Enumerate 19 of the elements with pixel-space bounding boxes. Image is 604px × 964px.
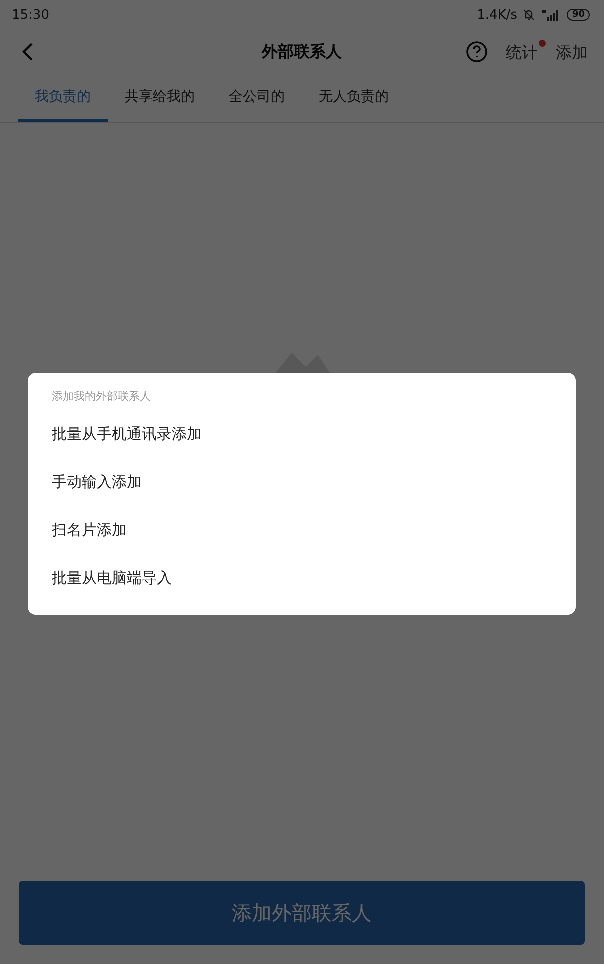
network-speed: 1.4K/s — [477, 8, 518, 22]
header-action[interactable]: 添加 — [556, 40, 596, 64]
dialog-title: 添加我的外部联系人 — [52, 389, 152, 404]
menu-option[interactable]: 批量从电脑端导入 — [52, 554, 552, 602]
header-action[interactable]: 统计 — [506, 40, 546, 64]
page-title: 外部联系人 — [262, 42, 342, 62]
tab[interactable]: 我负责的 — [18, 74, 108, 122]
mute-bell-icon — [523, 9, 536, 21]
menu-option[interactable]: 批量从手机通讯录添加 — [52, 410, 552, 458]
status-time: 15:30 — [12, 8, 50, 22]
menu-option[interactable]: 扫名片添加 — [52, 506, 552, 554]
tab[interactable]: 全公司的 — [212, 74, 302, 122]
tab[interactable]: 无人负责的 — [302, 74, 406, 122]
menu-option[interactable]: 手动输入添加 — [52, 458, 552, 506]
add-contact-button[interactable]: 添加外部联系人 — [19, 881, 585, 945]
battery-level: 90 — [567, 9, 590, 21]
help-icon[interactable] — [466, 41, 488, 63]
back-icon[interactable] — [22, 42, 34, 62]
tab[interactable]: 共享给我的 — [108, 74, 212, 122]
